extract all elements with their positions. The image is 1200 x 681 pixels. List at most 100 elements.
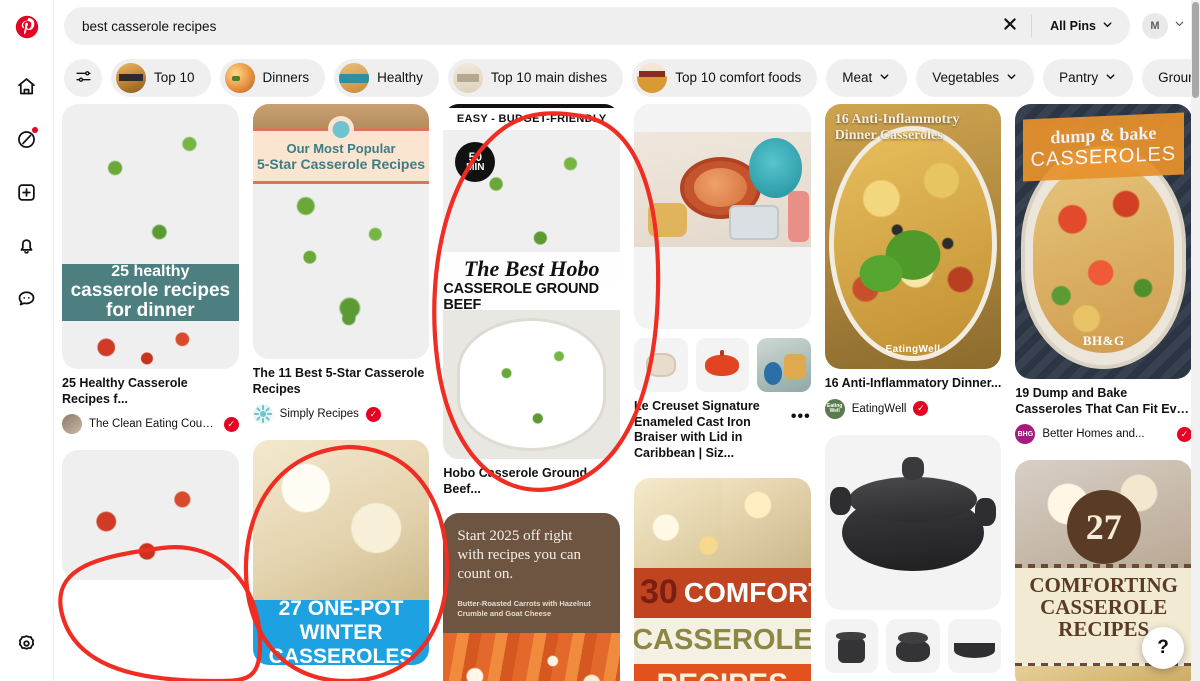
filter-chip-vegetables[interactable]: Vegetables (916, 59, 1035, 97)
pin-image[interactable] (62, 450, 239, 581)
pinterest-logo-icon[interactable] (14, 14, 40, 40)
pin-card[interactable]: Start 2025 off right with recipes you ca… (443, 513, 621, 681)
pin-column-1: 25 healthy casserole recipes for dinner … (62, 104, 239, 581)
chip-thumbnail-icon (224, 63, 255, 93)
pin-card[interactable]: 16 Anti-Inflammotry Dinner Casseroles Ea… (824, 104, 1002, 419)
pin-column-5: 16 Anti-Inflammotry Dinner Casseroles Ea… (824, 104, 1002, 673)
pin-title: 16 Anti-Inflammatory Dinner... (824, 376, 1002, 390)
product-pin-card[interactable]: Le Creuset Signature Enameled Cast Iron … (634, 104, 811, 462)
filter-chip-pantry[interactable]: Pantry (1043, 59, 1134, 97)
pin-image[interactable]: 27 ONE-POT WINTER CASSEROLES (252, 440, 430, 666)
pin-card[interactable]: Our Most Popular 5-Star Casserole Recipe… (252, 104, 430, 425)
plus-square-icon (16, 182, 37, 203)
pin-image[interactable] (824, 434, 1002, 610)
account-menu-button[interactable] (1170, 13, 1188, 39)
filter-chip-row[interactable]: Top 10 Dinners Healthy Top 10 main dishe… (54, 52, 1200, 104)
pin-overlay-number: 27 (1066, 490, 1141, 565)
product-thumbnail[interactable] (824, 618, 879, 673)
filter-chip-meat[interactable]: Meat (826, 59, 908, 97)
search-input[interactable] (82, 18, 992, 34)
filter-chip-dinners[interactable]: Dinners (219, 59, 326, 97)
sidebar-item-messages[interactable] (7, 278, 47, 318)
page-scrollbar[interactable] (1191, 0, 1200, 681)
filter-chip-label: Pantry (1059, 70, 1099, 86)
pin-source[interactable]: BHG Better Homes and... ✓ (1015, 424, 1193, 445)
chevron-down-icon (878, 70, 891, 86)
pin-image[interactable]: 25 healthy casserole recipes for dinner (62, 104, 239, 369)
sidebar-item-explore[interactable] (7, 119, 47, 159)
pin-image[interactable]: 30 COMFORT CASSEROLE RECIPES (634, 477, 811, 681)
pin-source-name: Better Homes and... (1042, 428, 1145, 441)
pin-column-3: EASY - BUDGET-FRIENDLY 50 MIN The Best H… (443, 104, 621, 681)
pin-overlay-line-2: with recipes you can (457, 547, 582, 563)
pin-title: 19 Dump and Bake Casseroles That Can Fit… (1015, 386, 1192, 416)
pin-overlay-word-3: RECIPES (634, 663, 811, 681)
pin-card[interactable] (62, 450, 239, 581)
pin-overlay-line-2: WINTER (299, 620, 383, 644)
filter-tune-button[interactable] (64, 59, 102, 97)
pin-source-name: The Clean Eating Coupl... (89, 418, 217, 431)
pin-source[interactable]: Simply Recipes ✓ (252, 404, 430, 425)
more-options-icon[interactable]: ••• (791, 399, 811, 425)
product-thumbnail[interactable] (634, 338, 688, 392)
filter-chip-top-10-comfort-foods[interactable]: Top 10 comfort foods (632, 59, 818, 97)
chevron-down-icon (1104, 70, 1117, 86)
help-button[interactable]: ? (1142, 627, 1184, 669)
sidebar-item-create[interactable] (7, 172, 47, 212)
account-controls: M (1142, 13, 1188, 39)
pin-card[interactable]: 30 COMFORT CASSEROLE RECIPES (634, 477, 811, 681)
pin-card[interactable]: EASY - BUDGET-FRIENDLY 50 MIN The Best H… (443, 104, 621, 497)
chip-thumbnail-icon (116, 63, 146, 93)
explore-badge-dot (31, 127, 38, 133)
scrollbar-thumb[interactable] (1192, 2, 1199, 98)
search-scope-label: All Pins (1050, 19, 1096, 33)
pin-title: 25 Healthy Casserole Recipes f... (62, 376, 188, 406)
pin-image[interactable]: Our Most Popular 5-Star Casserole Recipe… (252, 104, 430, 359)
verified-badge-icon: ✓ (913, 401, 929, 417)
main-content: All Pins M (54, 0, 1200, 681)
product-thumbnail[interactable] (947, 618, 1002, 673)
pin-image[interactable]: EASY - BUDGET-FRIENDLY 50 MIN The Best H… (443, 104, 621, 459)
filter-chip-label: Vegetables (932, 70, 1000, 86)
product-thumbnail[interactable] (757, 338, 811, 392)
pin-image[interactable] (634, 104, 811, 274)
product-thumbnail[interactable] (886, 618, 940, 673)
pin-column-2: Our Most Popular 5-Star Casserole Recipe… (252, 104, 430, 666)
product-pin-card[interactable] (824, 434, 1002, 673)
pin-overlay-line-2: 5-Star Casserole Recipes (256, 155, 426, 172)
pin-title: The 11 Best 5-Star Casserole Recipes (252, 366, 425, 396)
filter-chip-top-10[interactable]: Top 10 (111, 59, 211, 97)
pin-card[interactable]: dump & bake CASSEROLES BH&G 19 Dump and … (1015, 104, 1193, 445)
pin-overlay-line-2: CASSEROLE (1040, 595, 1168, 620)
avatar[interactable]: M (1142, 13, 1168, 39)
product-thumbnail[interactable] (695, 338, 750, 392)
pin-image[interactable]: Start 2025 off right with recipes you ca… (443, 513, 621, 681)
gear-icon (16, 633, 37, 654)
product-hero-card[interactable] (634, 104, 811, 329)
chevron-down-icon (1005, 70, 1018, 86)
search-scope-dropdown[interactable]: All Pins (1038, 11, 1124, 41)
sidebar-item-updates[interactable] (7, 225, 47, 265)
pin-source[interactable]: The Clean Eating Coupl... ✓ (62, 414, 239, 435)
home-icon (16, 76, 37, 97)
pin-image[interactable]: 16 Anti-Inflammotry Dinner Casseroles Ea… (824, 104, 1002, 369)
pin-overlay-line-1: COMFORTING (1029, 573, 1178, 598)
filter-chip-healthy[interactable]: Healthy (334, 59, 439, 97)
pin-card[interactable]: 25 healthy casserole recipes for dinner … (62, 104, 239, 435)
search-bar[interactable]: All Pins (64, 7, 1130, 45)
avatar (252, 404, 273, 425)
chip-thumbnail-icon (452, 63, 483, 93)
pin-source[interactable]: Eating Well EatingWell ✓ (824, 398, 1002, 419)
pin-card[interactable]: 27 ONE-POT WINTER CASSEROLES (252, 440, 430, 666)
filter-chip-top-10-main-dishes[interactable]: Top 10 main dishes (447, 59, 624, 97)
pin-source-name: EatingWell (851, 402, 907, 415)
pin-overlay-number: 30 (640, 573, 678, 611)
sidebar-item-settings[interactable] (7, 623, 47, 663)
question-mark-icon: ? (1157, 637, 1169, 658)
pin-overlay-line-1: 16 Anti-Inflammotry (834, 112, 960, 127)
product-thumbnail-carousel[interactable] (824, 618, 1002, 673)
pin-image[interactable]: dump & bake CASSEROLES BH&G (1015, 104, 1193, 379)
sidebar-item-home[interactable] (7, 66, 47, 106)
product-thumbnail-carousel[interactable] (634, 338, 811, 392)
clear-search-button[interactable] (995, 11, 1025, 41)
